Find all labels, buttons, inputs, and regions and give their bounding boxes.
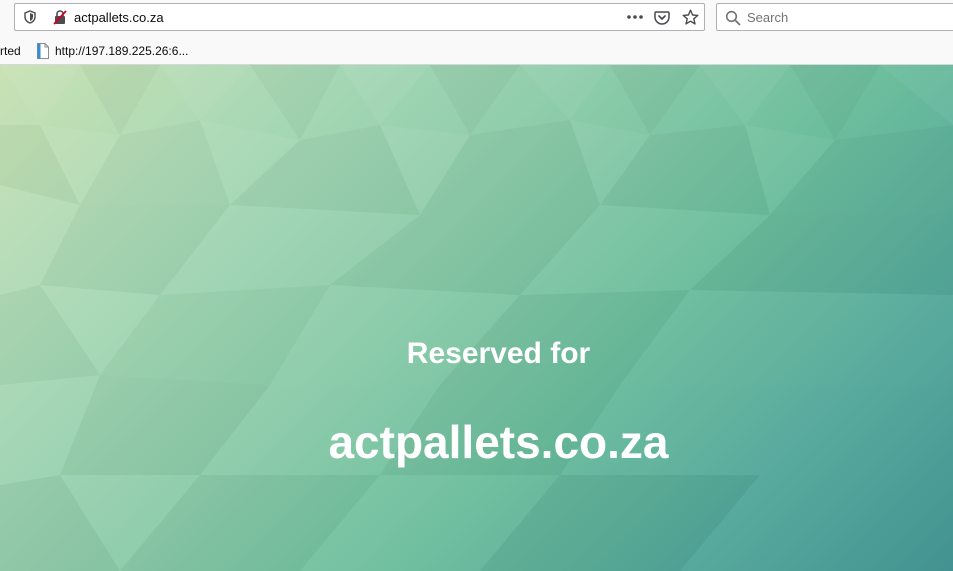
background-pattern <box>0 65 953 571</box>
star-icon[interactable] <box>682 9 699 26</box>
url-text[interactable]: actpallets.co.za <box>74 10 164 25</box>
browser-window: actpallets.co.za rted <box>0 0 953 571</box>
shield-icon[interactable] <box>23 10 37 24</box>
page-content: Reserved for actpallets.co.za <box>0 65 953 571</box>
search-icon <box>725 10 741 26</box>
address-bar[interactable]: actpallets.co.za <box>14 3 705 31</box>
page-icon <box>37 43 49 59</box>
pocket-icon[interactable] <box>654 10 670 25</box>
search-bar[interactable] <box>716 3 953 31</box>
insecure-lock-icon[interactable] <box>53 10 67 25</box>
reserved-heading: Reserved for <box>406 337 591 370</box>
bookmark-label: http://197.189.225.26:6... <box>55 44 189 58</box>
bookmark-item[interactable]: rted <box>0 44 21 58</box>
bookmark-item[interactable]: http://197.189.225.26:6... <box>36 41 188 61</box>
bookmarks-toolbar: rted http://197.189.225.26:6... <box>0 37 953 65</box>
more-icon[interactable] <box>626 10 644 24</box>
domain-name: actpallets.co.za <box>328 416 669 468</box>
navigation-toolbar: actpallets.co.za <box>0 0 953 37</box>
search-input[interactable] <box>747 8 947 26</box>
